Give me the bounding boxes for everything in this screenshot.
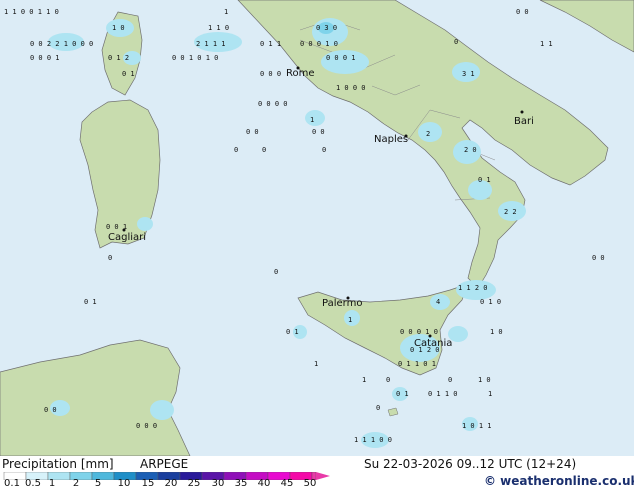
svg-text:0 0 2 2 1 0 0 0: 0 0 2 2 1 0 0 0 xyxy=(30,40,93,48)
svg-text:0 1 2: 0 1 2 xyxy=(108,54,129,62)
map-footer: Precipitation [mm] ARPEGE Su 22-03-2026 … xyxy=(0,456,634,490)
legend-title: Precipitation [mm] xyxy=(2,457,114,471)
svg-text:0 0 0 1 0: 0 0 0 1 0 xyxy=(300,40,338,48)
svg-text:0 0 0 1: 0 0 0 1 xyxy=(326,54,356,62)
svg-text:0 0 1 0 1 0: 0 0 1 0 1 0 xyxy=(172,54,218,62)
svg-text:0 1: 0 1 xyxy=(396,390,409,398)
svg-text:0: 0 xyxy=(322,146,326,154)
city-label-naples: Naples xyxy=(374,134,408,145)
svg-text:0 0 0: 0 0 0 xyxy=(260,70,281,78)
svg-text:1 1 0 0 1 1 0: 1 1 0 0 1 1 0 xyxy=(4,8,59,16)
svg-text:2 2: 2 2 xyxy=(504,208,517,216)
svg-text:0 0: 0 0 xyxy=(312,128,325,136)
svg-text:1 0 0 0: 1 0 0 0 xyxy=(336,84,366,92)
svg-text:0 1 1 0 1: 0 1 1 0 1 xyxy=(398,360,436,368)
svg-text:0 0: 0 0 xyxy=(246,128,259,136)
legend-tick-label: 15 xyxy=(141,478,155,489)
svg-text:0 0 0 0: 0 0 0 0 xyxy=(258,100,288,108)
city-label-palermo: Palermo xyxy=(322,298,362,309)
svg-text:0 1: 0 1 xyxy=(286,328,299,336)
svg-text:0: 0 xyxy=(274,268,278,276)
svg-text:0: 0 xyxy=(386,376,390,384)
svg-text:0 1 1 0: 0 1 1 0 xyxy=(428,390,458,398)
legend-tick-label: 5 xyxy=(94,478,102,489)
svg-text:1 1 2 0: 1 1 2 0 xyxy=(458,284,488,292)
svg-text:1: 1 xyxy=(224,8,228,16)
legend-tick-label: 10 xyxy=(117,478,131,489)
svg-text:0: 0 xyxy=(454,38,458,46)
precipitation-map: 1 1 0 0 1 1 0 1 0 0 0 2 2 1 0 0 0 0 0 0 … xyxy=(0,0,634,456)
svg-text:0 1 0: 0 1 0 xyxy=(480,298,501,306)
svg-text:0: 0 xyxy=(234,146,238,154)
svg-text:0 3 0: 0 3 0 xyxy=(316,24,337,32)
legend-tick-label: 1 xyxy=(48,478,56,489)
legend-tick-label: 25 xyxy=(187,478,201,489)
svg-text:0 0 0 1 0: 0 0 0 1 0 xyxy=(400,328,438,336)
svg-text:0 1 1: 0 1 1 xyxy=(260,40,281,48)
model-name: ARPEGE xyxy=(140,457,189,471)
svg-text:0 0 0 1: 0 0 0 1 xyxy=(30,54,60,62)
legend-tick-label: 20 xyxy=(164,478,178,489)
legend-tick-label: 50 xyxy=(303,478,317,489)
svg-text:0 0: 0 0 xyxy=(44,406,57,414)
svg-text:1 0: 1 0 xyxy=(112,24,125,32)
forecast-datetime: Su 22-03-2026 09..12 UTC (12+24) xyxy=(364,457,577,471)
city-marker-bari xyxy=(520,110,524,114)
svg-text:1 1 0: 1 1 0 xyxy=(208,24,229,32)
svg-text:2 0: 2 0 xyxy=(464,146,477,154)
svg-text:1: 1 xyxy=(488,390,492,398)
svg-text:1: 1 xyxy=(362,376,366,384)
svg-text:0: 0 xyxy=(262,146,266,154)
svg-text:2 1 1 1: 2 1 1 1 xyxy=(196,40,226,48)
city-label-cagliari: Cagliari xyxy=(108,232,146,243)
svg-text:0 1: 0 1 xyxy=(84,298,97,306)
svg-text:1 0 1 1: 1 0 1 1 xyxy=(462,422,492,430)
legend-tick-label: 35 xyxy=(234,478,248,489)
svg-text:3 1: 3 1 xyxy=(462,70,475,78)
legend-tick-label: 45 xyxy=(280,478,294,489)
svg-text:0 1: 0 1 xyxy=(122,70,135,78)
svg-text:0: 0 xyxy=(448,376,452,384)
legend-tick-label: 40 xyxy=(257,478,271,489)
copyright-link[interactable]: © weatheronline.co.uk xyxy=(484,474,634,488)
svg-text:2: 2 xyxy=(426,130,430,138)
city-label-catania: Catania xyxy=(414,338,452,349)
city-label-bari: Bari xyxy=(514,116,534,127)
svg-text:0 0: 0 0 xyxy=(516,8,529,16)
legend-tick-label: 2 xyxy=(72,478,80,489)
svg-text:1 1 1 0 0: 1 1 1 0 0 xyxy=(354,436,392,444)
svg-text:1 0: 1 0 xyxy=(478,376,491,384)
svg-text:4: 4 xyxy=(436,298,440,306)
svg-text:0: 0 xyxy=(108,254,112,262)
svg-text:1 0: 1 0 xyxy=(490,328,503,336)
svg-text:1: 1 xyxy=(310,116,314,124)
svg-text:1: 1 xyxy=(348,316,352,324)
svg-text:0: 0 xyxy=(376,404,380,412)
legend-tick-label: 0.1 xyxy=(4,478,20,489)
svg-text:1: 1 xyxy=(314,360,318,368)
svg-text:0 1: 0 1 xyxy=(478,176,491,184)
city-label-rome: Rome xyxy=(286,68,315,79)
legend-tick-label: 0.5 xyxy=(25,478,41,489)
svg-text:0 0: 0 0 xyxy=(592,254,605,262)
svg-text:1 1: 1 1 xyxy=(540,40,553,48)
legend-tick-label: 30 xyxy=(211,478,225,489)
svg-text:0 0 0: 0 0 0 xyxy=(136,422,157,430)
legend-arrow xyxy=(316,472,330,480)
